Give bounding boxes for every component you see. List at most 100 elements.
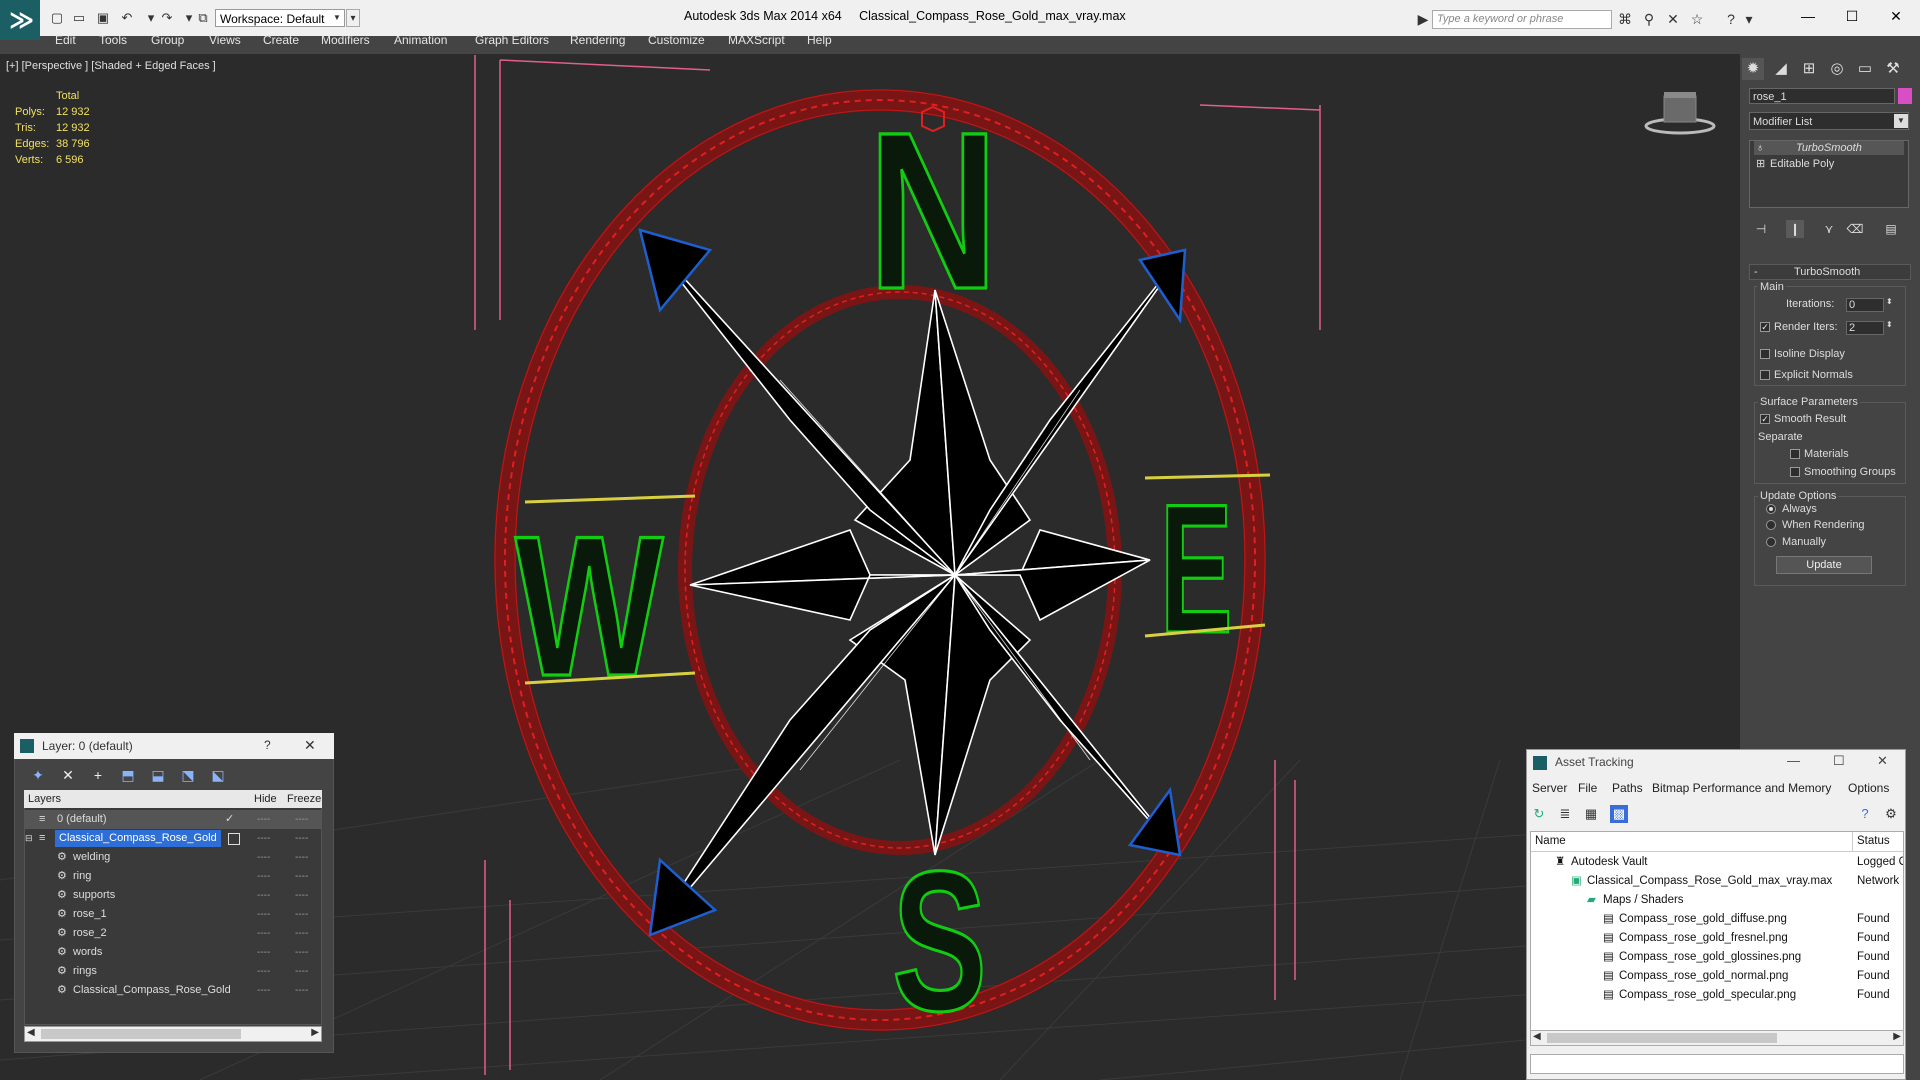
menu-graph-editors[interactable]: Graph Editors xyxy=(475,33,549,47)
asset-menu-file[interactable]: File xyxy=(1578,781,1597,795)
hide-toggle[interactable]: ---- xyxy=(257,848,270,867)
layer-row[interactable]: ⚙ supports ---- ---- xyxy=(25,886,321,905)
menu-help[interactable]: Help xyxy=(807,33,832,47)
modify-tab-icon[interactable]: ◢ xyxy=(1770,58,1792,80)
when-rendering-radio[interactable] xyxy=(1766,520,1776,530)
freeze-toggle[interactable]: ---- xyxy=(295,829,308,848)
menu-create[interactable]: Create xyxy=(263,33,299,47)
freeze-toggle[interactable]: ---- xyxy=(295,981,308,1000)
lightbulb-icon[interactable]: ♁ xyxy=(1756,141,1764,155)
asset-menu-options[interactable]: Options xyxy=(1848,781,1889,795)
minimize-button[interactable]: — xyxy=(1787,753,1800,768)
asset-menu-paths[interactable]: Paths xyxy=(1612,781,1643,795)
col-hide[interactable]: Hide xyxy=(254,793,277,805)
layer-help-button[interactable]: ? xyxy=(264,738,271,752)
menu-tools[interactable]: Tools xyxy=(99,33,127,47)
hide-toggle[interactable]: ---- xyxy=(257,886,270,905)
iterations-spinner[interactable]: 0 xyxy=(1846,298,1884,312)
settings-icon[interactable]: ⚙ xyxy=(1882,805,1900,823)
asset-row[interactable]: ▤ Compass_rose_gold_diffuse.png Found xyxy=(1531,910,1903,929)
search-input[interactable]: Type a keyword or phrase xyxy=(1432,10,1612,29)
make-active-box[interactable] xyxy=(228,833,240,845)
viewport-label[interactable]: [+] [Perspective ] [Shaded + Edged Faces… xyxy=(6,60,216,72)
delete-layer-icon[interactable]: ✕ xyxy=(58,766,78,784)
freeze-toggle[interactable]: ---- xyxy=(295,810,308,829)
materials-checkbox[interactable] xyxy=(1790,449,1800,459)
hierarchy-tab-icon[interactable]: ⊞ xyxy=(1798,58,1820,80)
add-to-layer-icon[interactable]: + xyxy=(88,766,108,784)
help-icon[interactable]: ? xyxy=(1856,805,1874,823)
workspace-select[interactable]: Workspace: Default xyxy=(215,9,345,27)
minimize-button[interactable]: — xyxy=(1788,6,1828,26)
col-name[interactable]: Name xyxy=(1535,832,1566,851)
menu-group[interactable]: Group xyxy=(151,33,184,47)
smoothing-groups-checkbox[interactable] xyxy=(1790,467,1800,477)
menu-animation[interactable]: Animation xyxy=(394,33,447,47)
layer-close-button[interactable]: ✕ xyxy=(304,737,316,754)
hide-toggle[interactable]: ---- xyxy=(257,924,270,943)
scroll-right-icon[interactable]: ▶ xyxy=(1893,1031,1901,1042)
object-color-swatch[interactable] xyxy=(1898,88,1912,104)
binoculars-icon[interactable]: ⌘ xyxy=(1616,10,1634,28)
utilities-tab-icon[interactable]: ⚒ xyxy=(1882,58,1904,80)
show-end-result-icon[interactable]: ❙ xyxy=(1786,220,1804,238)
freeze-toggle[interactable]: ---- xyxy=(295,905,308,924)
spinner-arrows-icon[interactable]: ⬍ xyxy=(1886,320,1893,329)
freeze-toggle[interactable]: ---- xyxy=(295,943,308,962)
favorites-star-icon[interactable]: ☆ xyxy=(1688,10,1706,28)
save-icon[interactable]: ▣ xyxy=(94,10,112,26)
new-file-icon[interactable]: ▢ xyxy=(48,10,66,26)
collapse-icon[interactable]: ⊟ xyxy=(25,829,33,848)
subscription-icon[interactable]: ⚲ xyxy=(1640,10,1658,28)
create-tab-icon[interactable]: ✹ xyxy=(1742,58,1764,80)
stack-item-editable-poly[interactable]: ⊞ Editable Poly xyxy=(1754,157,1904,171)
redo-icon[interactable]: ↷ xyxy=(158,10,176,26)
highlight-layer-icon[interactable]: ⬓ xyxy=(148,766,168,784)
layer-row[interactable]: ⚙ rose_2 ---- ---- xyxy=(25,924,321,943)
expand-plus-icon[interactable]: ⊞ xyxy=(1756,157,1765,171)
active-layer-check-icon[interactable]: ✓ xyxy=(225,810,234,829)
app-logo-button[interactable]: ≫ xyxy=(0,0,40,40)
asset-path-field[interactable] xyxy=(1530,1054,1904,1074)
asset-row[interactable]: ♜ Autodesk Vault Logged Out xyxy=(1531,853,1903,872)
hide-toggle[interactable]: ---- xyxy=(257,810,270,829)
hide-toggle[interactable]: ---- xyxy=(257,829,270,848)
layer-row[interactable]: ⚙ rings ---- ---- xyxy=(25,962,321,981)
search-expand-icon[interactable]: ▶ xyxy=(1414,10,1432,28)
layer-row[interactable]: ⚙ Classical_Compass_Rose_Gold ---- ---- xyxy=(25,981,321,1000)
remove-modifier-icon[interactable]: ⌫ xyxy=(1846,220,1864,238)
explicit-normals-checkbox[interactable] xyxy=(1760,370,1770,380)
object-name-field[interactable]: rose_1 xyxy=(1749,88,1895,104)
close-button[interactable]: ✕ xyxy=(1877,753,1888,769)
asset-row[interactable]: ▤ Compass_rose_gold_fresnel.png Found xyxy=(1531,929,1903,948)
menu-modifiers[interactable]: Modifiers xyxy=(321,33,370,47)
menu-views[interactable]: Views xyxy=(209,33,241,47)
spinner-arrows-icon[interactable]: ⬍ xyxy=(1886,297,1893,306)
col-layers[interactable]: Layers xyxy=(28,793,61,805)
layer-row[interactable]: ⚙ ring ---- ---- xyxy=(25,867,321,886)
freeze-toggle[interactable]: ---- xyxy=(295,924,308,943)
asset-row[interactable]: ▤ Compass_rose_gold_normal.png Found xyxy=(1531,967,1903,986)
menu-edit[interactable]: Edit xyxy=(55,33,76,47)
hide-toggle[interactable]: ---- xyxy=(257,867,270,886)
asset-row[interactable]: ▰ Maps / Shaders xyxy=(1531,891,1903,910)
freeze-toggle[interactable]: ---- xyxy=(295,848,308,867)
scroll-thumb[interactable] xyxy=(41,1029,241,1039)
hide-toggle[interactable]: ---- xyxy=(257,962,270,981)
list-view-icon[interactable]: ≣ xyxy=(1556,805,1574,823)
layer-row[interactable]: ⚙ rose_1 ---- ---- xyxy=(25,905,321,924)
help-dropdown-icon[interactable]: ▾ xyxy=(1740,10,1758,28)
hide-all-icon[interactable]: ⬔ xyxy=(178,766,198,784)
close-button[interactable]: ✕ xyxy=(1876,6,1916,26)
asset-row[interactable]: ▤ Compass_rose_gold_glossines.png Found xyxy=(1531,948,1903,967)
col-status[interactable]: Status xyxy=(1857,832,1903,851)
refresh-icon[interactable]: ↻ xyxy=(1530,805,1548,823)
help-icon[interactable]: ? xyxy=(1722,10,1740,28)
stack-item-turbosmooth[interactable]: ♁ TurboSmooth xyxy=(1754,141,1904,155)
configure-sets-icon[interactable]: ▤ xyxy=(1882,220,1900,238)
isoline-display-checkbox[interactable] xyxy=(1760,349,1770,359)
manually-radio[interactable] xyxy=(1766,537,1776,547)
undo-icon[interactable]: ↶ xyxy=(118,10,136,26)
communication-icon[interactable]: ✕ xyxy=(1664,10,1682,28)
asset-row[interactable]: ▤ Compass_rose_gold_specular.png Found xyxy=(1531,986,1903,1005)
